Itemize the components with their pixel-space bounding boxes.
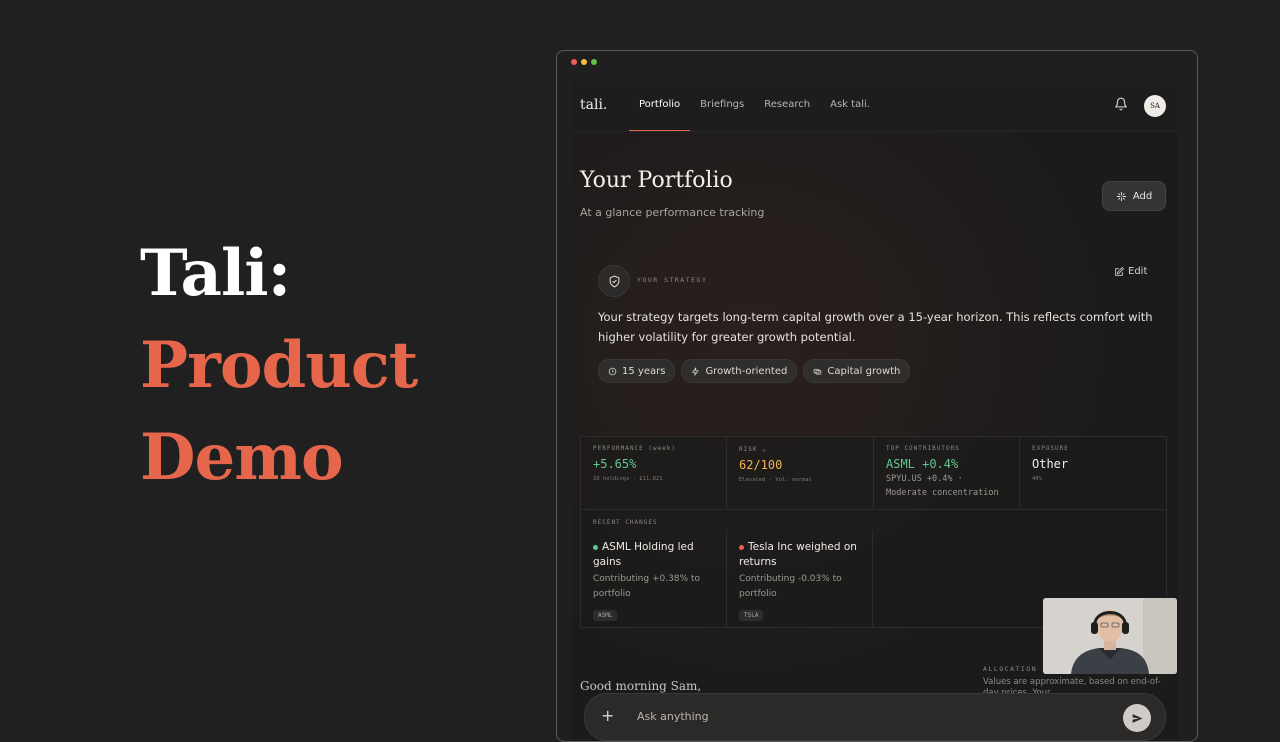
metric-contributors-label: TOP CONTRIBUTORS bbox=[886, 445, 960, 452]
metric-top-contributors[interactable]: TOP CONTRIBUTORS ASML +0.4% SPYU.US +0.4… bbox=[874, 437, 1020, 509]
window-controls bbox=[571, 59, 597, 65]
hero-line-1: Tali: bbox=[140, 236, 291, 311]
metric-contributors-sub1: SPYU.US +0.4% · bbox=[886, 474, 963, 484]
metric-contributors-value: ASML +0.4% bbox=[886, 457, 959, 471]
plus-icon[interactable]: + bbox=[601, 706, 614, 725]
bell-icon[interactable] bbox=[1114, 97, 1128, 111]
metric-exposure[interactable]: EXPOSURE Other 40% bbox=[1020, 437, 1166, 509]
ask-bar: + bbox=[584, 693, 1166, 741]
recent-change-item[interactable]: ASML Holding led gains Contributing +0.3… bbox=[581, 530, 727, 627]
bolt-icon bbox=[692, 366, 699, 376]
metric-contributors-sub2: Moderate concentration bbox=[886, 488, 999, 498]
strategy-chips: 15 years Growth-oriented Capital growth bbox=[598, 359, 911, 383]
tab-research[interactable]: Research bbox=[754, 81, 820, 131]
send-button[interactable] bbox=[1123, 704, 1151, 732]
recent-change-title-text: ASML Holding led gains bbox=[593, 541, 694, 568]
add-button[interactable]: Add bbox=[1102, 181, 1166, 211]
metric-performance-value: +5.65% bbox=[593, 457, 637, 471]
up-dot-icon bbox=[593, 544, 598, 550]
hero-title: Tali: Product Demo bbox=[140, 228, 418, 504]
tab-ask-tali[interactable]: Ask tali. bbox=[820, 81, 880, 131]
greeting: Good morning Sam, bbox=[580, 679, 702, 693]
chip-horizon: 15 years bbox=[598, 359, 676, 383]
chip-risk-style-label: Growth-oriented bbox=[705, 365, 788, 377]
allocation-label: ALLOCATION bbox=[983, 665, 1038, 673]
recent-change-title: ASML Holding led gains bbox=[593, 540, 714, 570]
send-icon bbox=[1132, 713, 1142, 723]
metric-exposure-sub: 40% bbox=[1032, 476, 1042, 482]
hero-line-2: Product bbox=[140, 328, 418, 403]
metric-risk[interactable]: RISK ⌄ 62/100 Elevated · Vol: normal bbox=[727, 437, 874, 509]
sparkle-icon bbox=[1116, 191, 1126, 201]
avatar[interactable]: SA bbox=[1144, 95, 1166, 117]
metric-performance[interactable]: PERFORMANCE (week) +5.65% 10 holdings · … bbox=[581, 437, 727, 509]
metric-risk-sub: Elevated · Vol: normal bbox=[739, 477, 812, 483]
add-button-label: Add bbox=[1132, 190, 1153, 202]
metric-exposure-label: EXPOSURE bbox=[1032, 445, 1069, 452]
hero-line-3: Demo bbox=[140, 420, 344, 495]
chevron-down-icon[interactable]: ⌄ bbox=[762, 445, 767, 453]
webcam-overlay bbox=[1043, 598, 1177, 674]
edit-icon bbox=[1115, 266, 1124, 276]
chip-risk-style: Growth-oriented bbox=[681, 359, 798, 383]
ticker-badge: ASML bbox=[593, 610, 618, 621]
close-dot[interactable] bbox=[571, 59, 577, 65]
metric-performance-sub: 10 holdings · £11,821 bbox=[593, 476, 663, 482]
metric-risk-label: RISK bbox=[739, 446, 758, 453]
clock-icon bbox=[608, 367, 617, 375]
chip-goal: Capital growth bbox=[803, 359, 911, 383]
edit-label: Edit bbox=[1128, 266, 1148, 277]
ask-input[interactable] bbox=[635, 709, 1039, 724]
recent-change-title: Tesla Inc weighed on returns bbox=[739, 540, 860, 570]
app-logo[interactable]: tali. bbox=[580, 97, 607, 113]
recent-changes-label: RECENT CHANGES bbox=[593, 519, 658, 526]
recent-change-item[interactable]: Tesla Inc weighed on returns Contributin… bbox=[727, 530, 873, 627]
maximize-dot[interactable] bbox=[591, 59, 597, 65]
page-title: Your Portfolio bbox=[580, 168, 733, 193]
divider bbox=[581, 509, 1166, 510]
metric-exposure-value: Other bbox=[1032, 457, 1069, 471]
recent-change-sub: Contributing +0.38% to portfolio bbox=[593, 574, 700, 599]
top-nav: tali. Portfolio Briefings Research Ask t… bbox=[572, 81, 1178, 132]
recent-change-sub: Contributing -0.03% to portfolio bbox=[739, 574, 842, 599]
metric-performance-label: PERFORMANCE (week) bbox=[593, 445, 677, 452]
metric-risk-label-row: RISK ⌄ bbox=[739, 445, 861, 453]
presenter-video bbox=[1043, 598, 1177, 674]
tab-briefings[interactable]: Briefings bbox=[690, 81, 754, 131]
down-dot-icon bbox=[739, 544, 744, 550]
ticker-badge: TSLA bbox=[739, 610, 764, 621]
metric-risk-value: 62/100 bbox=[739, 458, 783, 472]
minimize-dot[interactable] bbox=[581, 59, 587, 65]
nav-tabs: Portfolio Briefings Research Ask tali. bbox=[629, 81, 880, 131]
edit-strategy-button[interactable]: Edit bbox=[1114, 266, 1147, 277]
strategy-description: Your strategy targets long-term capital … bbox=[598, 310, 1153, 344]
chip-horizon-label: 15 years bbox=[622, 365, 666, 377]
shield-icon bbox=[598, 265, 630, 297]
recent-change-title-text: Tesla Inc weighed on returns bbox=[739, 541, 857, 568]
chip-goal-label: Capital growth bbox=[827, 365, 901, 377]
strategy-label: YOUR STRATEGY bbox=[637, 276, 708, 284]
coins-icon bbox=[814, 368, 822, 375]
tab-portfolio[interactable]: Portfolio bbox=[629, 81, 691, 131]
page-subtitle: At a glance performance tracking bbox=[580, 206, 765, 219]
